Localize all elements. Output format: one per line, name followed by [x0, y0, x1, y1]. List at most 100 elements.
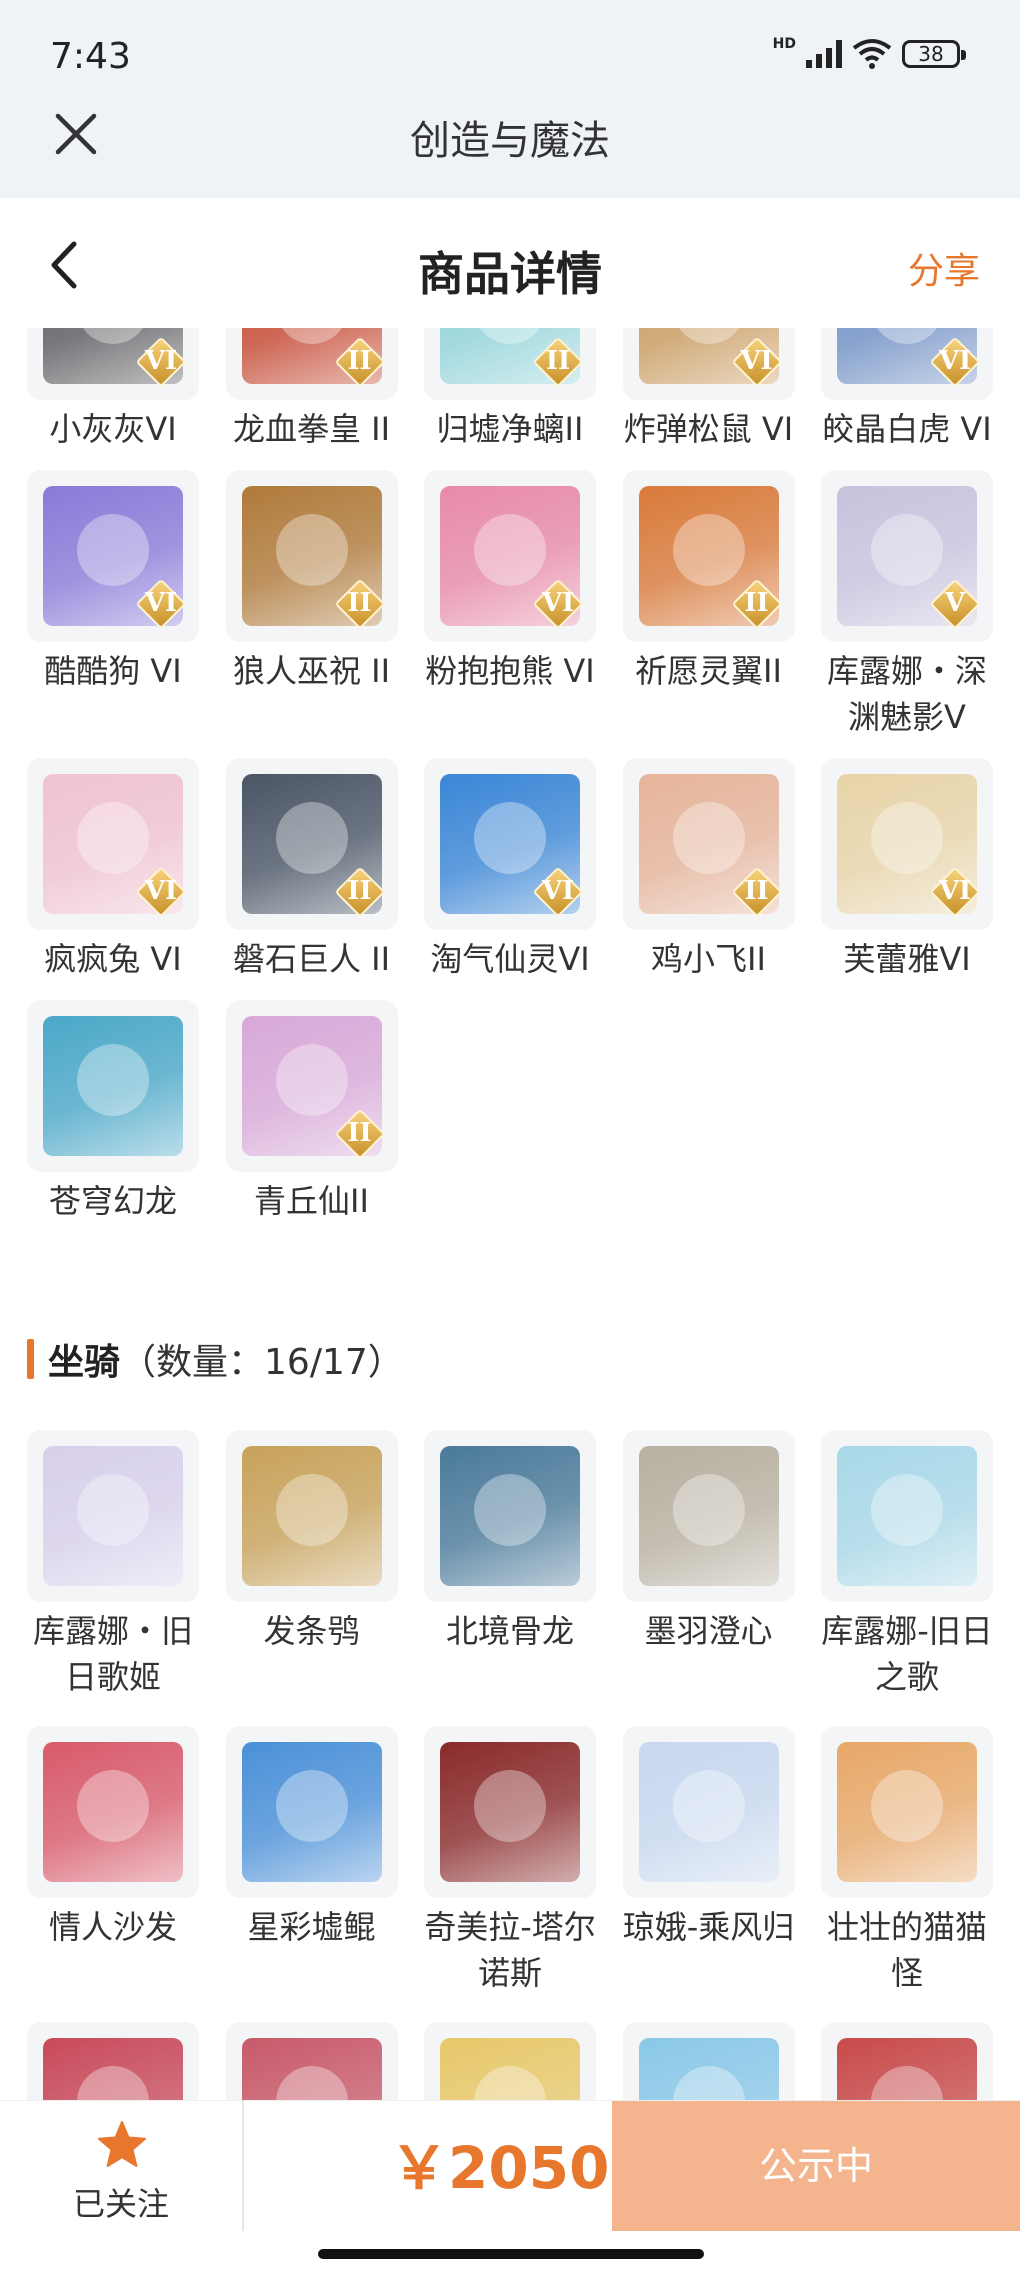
pet-item[interactable]: VI 小灰灰VI: [27, 328, 199, 452]
pet-item[interactable]: II 青丘仙II: [225, 1000, 398, 1224]
item-name: 磐石巨人 II: [232, 940, 391, 978]
item-name: 库露娜・深渊魅影V: [826, 652, 987, 736]
rank-badge-text: II: [347, 588, 372, 618]
star-icon: [98, 2121, 146, 2167]
share-button[interactable]: 分享: [908, 242, 980, 294]
rank-badge-text: VI: [541, 876, 575, 906]
pet-item[interactable]: V 库露娜・深渊魅影V: [821, 470, 993, 740]
mount-item[interactable]: 奇美拉-塔尔诺斯: [424, 1726, 596, 1996]
item-name: 苍穹幻龙: [48, 1182, 177, 1220]
mount-item[interactable]: 壮壮的猫猫怪: [821, 1726, 993, 1996]
chicken-fly-pet-icon: II: [622, 758, 795, 930]
item-name: 龙血拳皇 II: [232, 410, 391, 448]
rank-badge: II: [334, 866, 385, 918]
mount-item[interactable]: [424, 2022, 596, 2100]
pet-item[interactable]: VI 粉抱抱熊 VI: [424, 470, 596, 740]
item-artwork-highlight: [672, 2066, 745, 2100]
item-name: 库露娜-旧日之歌: [821, 1612, 993, 1696]
item-artwork-highlight: [275, 514, 348, 586]
item-artwork-highlight: [77, 802, 149, 874]
item-artwork-highlight: [275, 1474, 348, 1546]
rank-badge: VI: [532, 866, 584, 918]
cool-dog-pet-icon: VI: [27, 470, 199, 642]
item-name: 青丘仙II: [254, 1182, 369, 1220]
kuluna-songstress-mount-icon: [27, 1430, 199, 1602]
mount-item[interactable]: 发条鸮: [225, 1430, 398, 1700]
mount-item[interactable]: 库露娜・旧日歌姬: [27, 1430, 199, 1700]
pet-item[interactable]: II 狼人巫祝 II: [225, 470, 398, 740]
item-artwork: [43, 1016, 183, 1156]
item-artwork: [43, 2038, 183, 2100]
pet-item[interactable]: 苍穹幻龙: [27, 1000, 199, 1224]
crazy-rabbit-pet-icon: VI: [27, 758, 199, 930]
item-name: 小灰灰VI: [49, 410, 177, 448]
pet-item[interactable]: II 鸡小飞II: [622, 758, 795, 982]
item-artwork-highlight: [871, 2066, 943, 2100]
mount-item[interactable]: 北境骨龙: [424, 1430, 596, 1700]
item-artwork-highlight: [77, 514, 149, 586]
item-name: 祈愿灵翼II: [635, 652, 782, 690]
pet-item[interactable]: VI 酷酷狗 VI: [27, 470, 199, 740]
item-artwork: [638, 1446, 779, 1586]
status-button[interactable]: 公示中: [612, 2101, 1020, 2231]
clockwork-owl-mount-icon: [225, 1430, 398, 1602]
item-artwork-highlight: [474, 514, 546, 586]
item-artwork: [43, 1742, 183, 1882]
item-name: 奇美拉-塔尔诺斯: [424, 1908, 596, 1992]
mount-item[interactable]: [821, 2022, 993, 2100]
rank-badge: II: [731, 866, 782, 918]
item-name: 发条鸮: [263, 1612, 360, 1650]
mount-item[interactable]: 库露娜-旧日之歌: [821, 1430, 993, 1700]
pet-item[interactable]: VI 淘气仙灵VI: [424, 758, 596, 982]
star-kun-whale-mount-icon: [225, 1726, 398, 1898]
item-name: 淘气仙灵VI: [430, 940, 590, 978]
pet-item[interactable]: II 祈愿灵翼II: [622, 470, 795, 740]
item-artwork-highlight: [77, 2066, 149, 2100]
dragon-boxer-pet-icon: II: [225, 328, 398, 400]
pet-item[interactable]: VI 芙蕾雅VI: [821, 758, 993, 982]
mount-item[interactable]: 星彩墟鲲: [225, 1726, 398, 1996]
item-artwork-highlight: [672, 1474, 745, 1546]
pet-item[interactable]: II 龙血拳皇 II: [225, 328, 398, 452]
pet-item[interactable]: II 磐石巨人 II: [225, 758, 398, 982]
mount-item[interactable]: [225, 2022, 398, 2100]
pet-item[interactable]: VI 皎晶白虎 VI: [821, 328, 993, 452]
item-artwork: [241, 1446, 382, 1586]
item-artwork: [241, 1742, 382, 1882]
item-artwork-highlight: [672, 802, 745, 874]
home-indicator: [318, 2249, 704, 2259]
mounts-section-header: 坐骑 （数量：16/17）: [27, 1333, 404, 1385]
mount-item[interactable]: 琼娥-乘风归: [622, 1726, 795, 1996]
mount-item[interactable]: [622, 2022, 795, 2100]
mount-item[interactable]: [27, 2022, 199, 2100]
item-name: 琼娥-乘风归: [622, 1908, 795, 1946]
mount-item[interactable]: 墨羽澄心: [622, 1430, 795, 1700]
pet-item[interactable]: VI 炸弹松鼠 VI: [622, 328, 795, 452]
rank-badge-text: VI: [740, 346, 773, 376]
flame-dragon-mount-icon: [821, 2022, 993, 2100]
golden-crown-mount-icon: [424, 2022, 596, 2100]
item-artwork: [440, 1446, 580, 1586]
rank-badge: VI: [929, 336, 981, 388]
pet-item[interactable]: VI 疯疯兔 VI: [27, 758, 199, 982]
rank-badge-text: II: [347, 346, 372, 376]
rank-badge: II: [532, 336, 584, 388]
rank-badge-text: II: [347, 1118, 372, 1148]
ink-feather-mount-icon: [622, 1430, 795, 1602]
follow-button[interactable]: 已关注: [0, 2101, 242, 2231]
spirit-wing-pet-icon: II: [622, 470, 795, 642]
content-scroll-area[interactable]: VI 小灰灰VI II 龙血拳皇 II II 归墟净螭II VI 炸弹松鼠 VI VI 皎晶白虎 …: [0, 328, 1020, 2100]
rock-giant-pet-icon: II: [225, 758, 398, 930]
mount-item[interactable]: 情人沙发: [27, 1726, 199, 1996]
rank-badge: VI: [929, 866, 981, 918]
pet-item[interactable]: II 归墟净螭II: [424, 328, 596, 452]
item-name: 墨羽澄心: [644, 1612, 773, 1650]
item-name: 库露娜・旧日歌姬: [32, 1612, 193, 1696]
gray-wolf-pet-icon: VI: [27, 328, 199, 400]
ice-dragon-mount-icon: [622, 2022, 795, 2100]
qiong-e-mount-icon: [622, 1726, 795, 1898]
bomb-squirrel-pet-icon: VI: [622, 328, 795, 400]
item-name: 炸弹松鼠 VI: [623, 410, 794, 448]
item-name: 酷酷狗 VI: [44, 652, 182, 690]
rank-badge: II: [731, 578, 782, 630]
